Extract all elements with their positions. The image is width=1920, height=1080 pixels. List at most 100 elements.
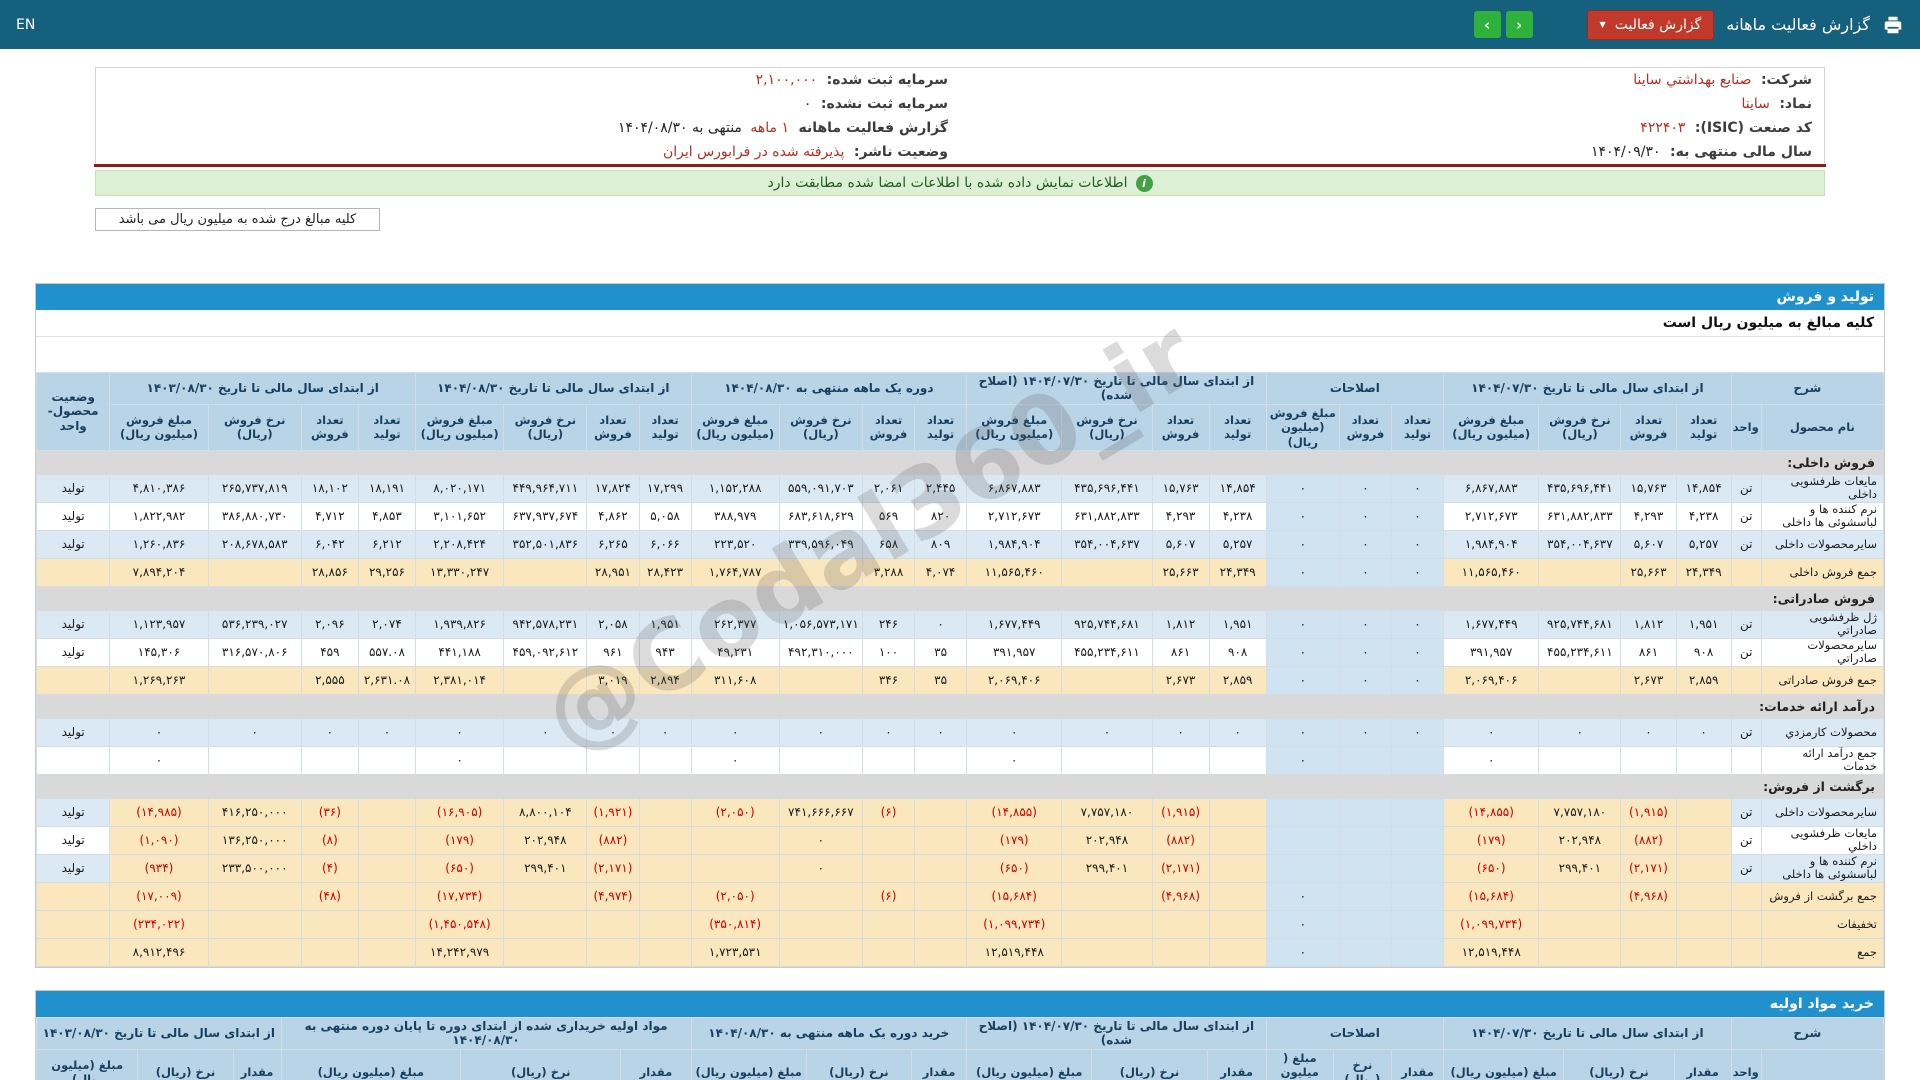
info-report-period-label: گزارش فعالیت ماهانه — [798, 120, 948, 136]
value-cell — [861, 909, 916, 939]
printer-icon[interactable] — [1882, 14, 1904, 36]
value-cell: ۴۵۹ — [300, 637, 359, 667]
value-cell — [1208, 937, 1267, 967]
value-cell — [300, 745, 359, 775]
product-name-cell: جمع درآمد ارائه خدمات — [1760, 745, 1885, 775]
table-group-header-row: شرح از ابتدای سال مالی تا تاریخ ۱۴۰۴/۰۷/۳… — [35, 372, 1885, 451]
value-cell — [1390, 937, 1445, 967]
metric-header: مبلغ ( میلیون ریال) — [1265, 1048, 1334, 1080]
value-cell — [1620, 745, 1677, 775]
metric-header: مقدار — [1673, 1048, 1732, 1080]
chevron-right-icon[interactable]: › — [1505, 11, 1533, 38]
value-cell — [861, 937, 916, 967]
value-cell — [690, 825, 780, 855]
metric-header: نرخ (ریال) — [1332, 1048, 1392, 1080]
value-cell: (۱۷۹) — [1443, 825, 1540, 855]
value-cell — [300, 937, 359, 967]
category-row: فروش داخلی: — [36, 449, 1884, 475]
value-cell: ۸,۸۰۰,۱۰۴ — [503, 797, 588, 827]
value-cell: ۴,۲۳۸ — [1208, 501, 1267, 531]
info-fiscal-year-label: سال مالی منتهی به: — [1670, 144, 1812, 160]
value-cell: ۱,۱۲۳,۹۵۷ — [109, 609, 209, 639]
chevron-left-icon[interactable]: ‹ — [1473, 11, 1501, 38]
value-cell: ۲۹۹,۴۰۱ — [1061, 853, 1153, 883]
value-cell: ۲۶۵,۷۳۷,۸۱۹ — [207, 473, 302, 503]
value-cell: ۹۲۵,۷۴۴,۶۸۱ — [1061, 609, 1153, 639]
value-cell: ۰ — [1338, 529, 1392, 559]
metric-header: نرخ (ریال) — [1563, 1048, 1675, 1080]
language-toggle-en[interactable]: EN — [16, 17, 35, 33]
info-symbol-value[interactable]: ساینا — [1741, 96, 1769, 112]
value-cell: ۲,۸۵۹ — [1675, 665, 1732, 695]
value-cell: ۴۱۶,۲۵۰,۰۰۰ — [207, 797, 302, 827]
value-cell: ۲,۰۹۶ — [300, 609, 359, 639]
metric-header: تعداد فروش — [1620, 403, 1677, 451]
metric-header: مقدار — [910, 1048, 968, 1080]
value-cell — [1338, 937, 1392, 967]
value-cell: ۰ — [1538, 717, 1622, 747]
value-cell — [503, 665, 588, 695]
value-cell — [357, 909, 417, 939]
signature-match-text: اطلاعات نمایش داده شده با اطلاعات امضا ش… — [767, 175, 1128, 191]
value-cell: ۲,۳۸۱,۰۱۴ — [415, 665, 505, 695]
metric-header: مبلغ (میلیون ریال) — [280, 1048, 462, 1080]
metric-header: تعداد فروش — [300, 403, 359, 451]
product-name-cell: جمع — [1760, 937, 1885, 967]
value-cell: (۱۴,۸۵۵) — [966, 797, 1063, 827]
value-cell — [1208, 853, 1267, 883]
metric-header: نرخ فروش (ریال) — [778, 403, 863, 451]
value-cell: (۲,۱۷۱) — [586, 853, 640, 883]
value-cell: (۱,۹۱۵) — [1151, 797, 1210, 827]
value-cell: ۶,۰۴۲ — [300, 529, 359, 559]
value-cell: ۲,۰۵۸ — [586, 609, 640, 639]
value-cell: ۵,۲۵۷ — [1208, 529, 1267, 559]
product-row: ژل ظرفشویی صادراتي تن ۱,۹۵۱ ۱,۸۱۲ ۹۲۵,۷۴۴,۶۸… — [35, 609, 1885, 639]
metric-header: مبلغ فروش (میلیون ریال) — [109, 403, 209, 451]
value-cell: ۳۵۲,۵۰۱,۸۳۶ — [503, 529, 588, 559]
value-cell: ۴,۸۵۳ — [357, 501, 417, 531]
value-cell: ۰ — [690, 745, 780, 775]
value-cell: ۵۵۷.۰۸ — [357, 637, 417, 667]
value-cell: ۰ — [1390, 473, 1445, 503]
value-cell: ۰ — [1443, 745, 1540, 775]
value-cell — [1151, 745, 1210, 775]
value-cell: ۲۰۲,۹۴۸ — [503, 825, 588, 855]
info-registered-capital: سرمایه ثبت شده: ۲,۱۰۰,۰۰۰ — [96, 68, 960, 92]
production-sales-section: تولید و فروش کلیه مبالغ به میلیون ریال ا… — [35, 283, 1885, 968]
value-cell: ۵,۰۵۸ — [638, 501, 692, 531]
metric-header: نرخ (ریال) — [805, 1048, 912, 1080]
value-cell — [1390, 853, 1445, 883]
value-cell — [1338, 909, 1392, 939]
value-cell — [207, 745, 302, 775]
status-cell: تولید — [35, 473, 111, 503]
value-cell: ۱,۹۸۴,۹۰۴ — [966, 529, 1063, 559]
value-cell — [638, 853, 692, 883]
period-group-header: مواد اولیه خریداری شده از ابتدای دوره تا… — [280, 1016, 692, 1050]
metric-header: مقدار — [1390, 1048, 1445, 1080]
unit-cell: تن — [1730, 717, 1762, 747]
value-cell: (۱۷,۷۳۴) — [415, 881, 505, 911]
divider-rule — [94, 164, 1826, 167]
product-name-cell: سایرمحصولات داخلی — [1760, 529, 1885, 559]
metric-header: مقدار — [1206, 1048, 1267, 1080]
value-cell: ۲,۶۳۱.۰۸ — [357, 665, 417, 695]
value-cell: ۳۵ — [914, 637, 968, 667]
value-cell: ۳۹۱,۹۵۷ — [966, 637, 1063, 667]
value-cell: ۲۶۲,۳۷۷ — [690, 609, 780, 639]
value-cell: ۰ — [1265, 665, 1340, 695]
period-group-header: خرید دوره یک ماهه منتهی به ۱۴۰۴/۰۸/۳۰ — [690, 1016, 968, 1050]
unit-cell — [1730, 557, 1762, 587]
unit-header: واحد — [1730, 1048, 1762, 1080]
report-type-button[interactable]: گزارش فعالیت ▼ — [1586, 9, 1715, 40]
info-report-period-suffix: منتهی به ۱۴۰۴/۰۸/۳۰ — [617, 120, 742, 136]
raw-materials-section: خرید مواد اولیه شرح از ابتدای سال مالی تا… — [35, 989, 1885, 1080]
metric-header: تعداد فروش — [586, 403, 640, 451]
info-company-value[interactable]: صنایع بهداشتي ساینا — [1633, 72, 1751, 88]
value-cell: (۴,۹۶۸) — [1620, 881, 1677, 911]
value-cell: (۱,۰۹۹,۷۳۴) — [966, 909, 1063, 939]
category-label: برگشت از فروش: — [36, 773, 1884, 799]
value-cell: ۶۳۱,۸۸۲,۸۳۳ — [1061, 501, 1153, 531]
metric-header: مبلغ (میلیون ریال) — [966, 1048, 1093, 1080]
value-cell: ۱۳۶,۲۵۰,۰۰۰ — [207, 825, 302, 855]
value-cell: ۰ — [966, 745, 1063, 775]
